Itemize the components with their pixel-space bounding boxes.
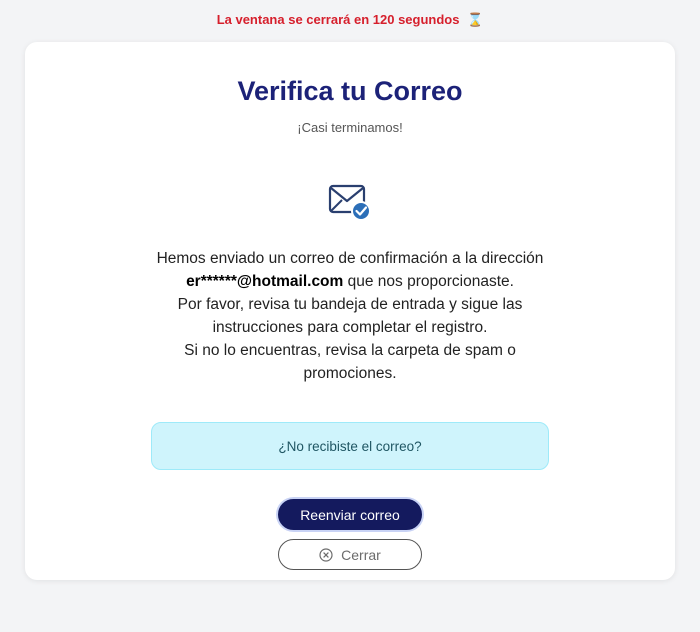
countdown-timer: La ventana se cerrará en 120 segundos ⌛ [0,12,700,28]
confirmation-message: Hemos enviado un correo de confirmación … [145,247,555,385]
message-spam-hint: Si no lo encuentras, revisa la carpeta d… [184,342,516,382]
countdown-text: La ventana se cerrará en 120 segundos [216,12,460,27]
message-instructions: Por favor, revisa tu bandeja de entrada … [177,296,523,336]
message-prefix: Hemos enviado un correo de confirmación … [156,250,544,267]
hourglass-icon: ⌛ [467,12,484,27]
close-button[interactable]: Cerrar [278,539,422,570]
resend-email-button[interactable]: Reenviar correo [278,499,422,530]
masked-email: er******@hotmail.com [186,273,344,290]
page-title: Verifica tu Correo [237,76,463,106]
not-received-notice: ¿No recibiste el correo? [151,422,549,470]
message-suffix: que nos proporcionaste. [343,273,514,290]
close-button-label: Cerrar [341,546,381,563]
close-circle-icon [319,547,333,562]
envelope-check-icon [328,183,374,223]
verification-card: Verifica tu Correo ¡Casi terminamos! Hem… [25,42,675,580]
page-subtitle: ¡Casi terminamos! [297,120,403,135]
